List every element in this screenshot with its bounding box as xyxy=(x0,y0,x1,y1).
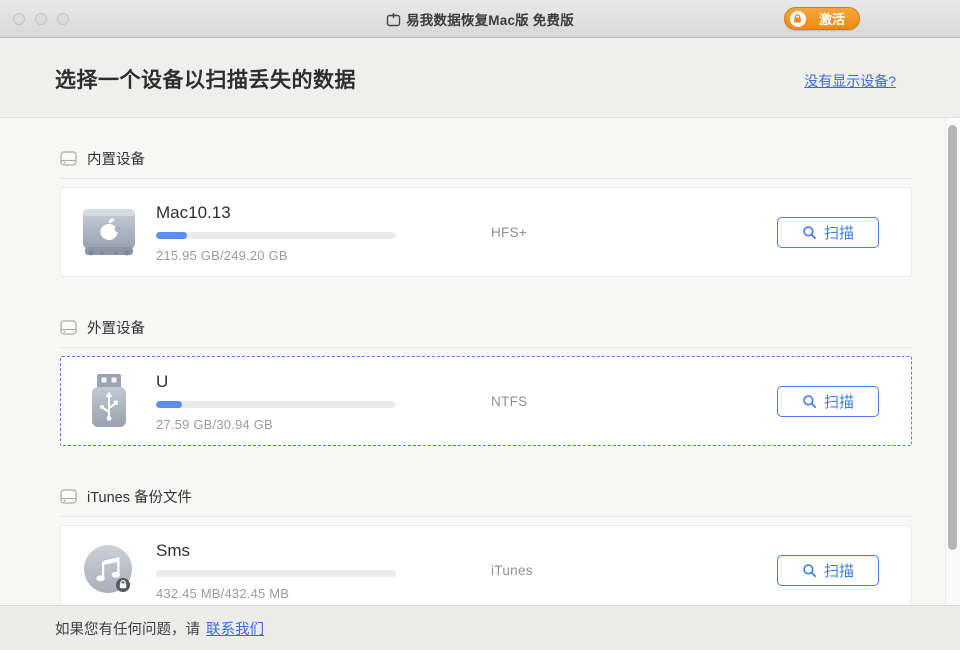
device-row-mac[interactable]: Mac10.13 215.95 GB/249.20 GB HFS+ 扫描 xyxy=(60,187,912,277)
window-title-text: 易我数据恢复Mac版 免费版 xyxy=(406,9,574,29)
filesystem-label: iTunes xyxy=(491,563,641,578)
device-info: U 27.59 GB/30.94 GB xyxy=(156,370,396,432)
section-external-devices: 外置设备 xyxy=(60,317,912,446)
no-device-help-link[interactable]: 没有显示设备? xyxy=(804,71,896,91)
scan-button-label: 扫描 xyxy=(824,560,854,581)
filesystem-label: HFS+ xyxy=(491,225,641,240)
activate-label: 激活 xyxy=(819,9,845,28)
section-header: 外置设备 xyxy=(60,317,912,348)
titlebar: 易我数据恢复Mac版 免费版 激活 xyxy=(0,0,960,38)
lock-icon xyxy=(790,11,806,27)
capacity-progress-bar xyxy=(156,570,396,577)
device-list: 内置设备 xyxy=(0,118,960,605)
drive-icon xyxy=(60,489,77,504)
device-capacity: 432.45 MB/432.45 MB xyxy=(156,586,396,601)
section-header: iTunes 备份文件 xyxy=(60,486,912,517)
section-label: 内置设备 xyxy=(87,148,145,169)
scrollbar-track[interactable] xyxy=(945,118,960,605)
scan-button-label: 扫描 xyxy=(824,222,854,243)
capacity-progress-bar xyxy=(156,401,396,408)
activate-button[interactable]: 激活 xyxy=(784,7,860,30)
device-capacity: 215.95 GB/249.20 GB xyxy=(156,248,396,263)
search-icon xyxy=(802,563,817,578)
section-label: 外置设备 xyxy=(87,317,145,338)
section-internal-devices: 内置设备 xyxy=(60,148,912,277)
scan-button-label: 扫描 xyxy=(824,391,854,412)
device-capacity: 27.59 GB/30.94 GB xyxy=(156,417,396,432)
footer: 如果您有任何问题，请 联系我们 xyxy=(0,605,960,650)
device-row-itunes[interactable]: Sms 432.45 MB/432.45 MB iTunes 扫描 xyxy=(60,525,912,605)
page-header: 选择一个设备以扫描丢失的数据 没有显示设备? xyxy=(0,38,960,118)
itunes-backup-icon xyxy=(61,542,156,598)
device-name: Sms xyxy=(156,541,396,561)
filesystem-label: NTFS xyxy=(491,394,641,409)
scan-button[interactable]: 扫描 xyxy=(777,217,879,248)
scrollbar-thumb[interactable] xyxy=(948,125,957,550)
device-row-usb[interactable]: U 27.59 GB/30.94 GB NTFS 扫描 xyxy=(60,356,912,446)
device-name: U xyxy=(156,372,396,392)
device-info: Mac10.13 215.95 GB/249.20 GB xyxy=(156,201,396,263)
capacity-progress-fill xyxy=(156,232,187,239)
section-header: 内置设备 xyxy=(60,148,912,179)
device-name: Mac10.13 xyxy=(156,203,396,223)
scan-button[interactable]: 扫描 xyxy=(777,555,879,586)
drive-icon xyxy=(60,151,77,166)
app-proxy-icon xyxy=(386,12,401,27)
usb-drive-icon xyxy=(61,372,156,430)
search-icon xyxy=(802,394,817,409)
page-title: 选择一个设备以扫描丢失的数据 xyxy=(55,64,356,94)
contact-us-link[interactable]: 联系我们 xyxy=(206,618,264,639)
section-label: iTunes 备份文件 xyxy=(87,486,192,507)
capacity-progress-bar xyxy=(156,232,396,239)
scan-button[interactable]: 扫描 xyxy=(777,386,879,417)
search-icon xyxy=(802,225,817,240)
drive-icon xyxy=(60,320,77,335)
capacity-progress-fill xyxy=(156,401,182,408)
footer-text: 如果您有任何问题，请 xyxy=(55,618,200,639)
section-itunes-backups: iTunes 备份文件 xyxy=(60,486,912,605)
device-info: Sms 432.45 MB/432.45 MB xyxy=(156,539,396,601)
apple-hdd-icon xyxy=(61,205,156,259)
